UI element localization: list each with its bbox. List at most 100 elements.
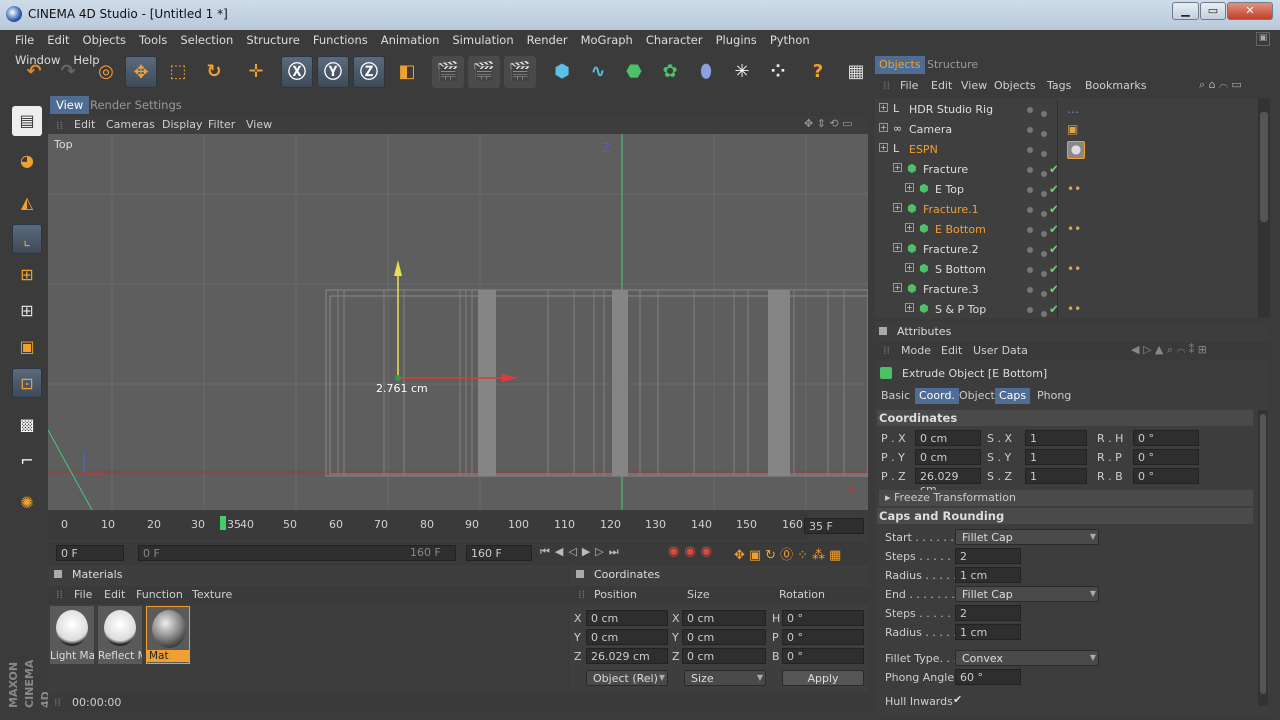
rotation-field[interactable]: 0 °	[782, 610, 864, 626]
texture-mode-icon[interactable]: ◕	[12, 146, 42, 176]
attr-scale-field[interactable]: 1	[1025, 468, 1087, 484]
axis-mode-icon[interactable]: ⊡	[12, 368, 42, 398]
render-picture-viewer-icon[interactable]: 🎬	[468, 56, 500, 88]
edges-mode-icon[interactable]: ⊞	[12, 296, 42, 326]
attr-rotation-field[interactable]: 0 °	[1133, 430, 1199, 446]
object-row[interactable]: + ⬢ Fracture.2 ✔	[875, 240, 1257, 260]
cap-value-field[interactable]: 2	[955, 548, 1021, 564]
visibility-render-dot[interactable]	[1041, 251, 1047, 257]
expand-icon[interactable]: +	[905, 263, 914, 272]
expand-icon[interactable]: +	[893, 163, 902, 172]
live-selection-icon[interactable]: ◎	[90, 56, 122, 88]
menu-file[interactable]: File	[8, 30, 40, 50]
menu-selection[interactable]: Selection	[173, 30, 239, 50]
subdivision-surface-icon[interactable]: ⬣	[618, 56, 650, 88]
object-name[interactable]: HDR Studio Rig	[909, 103, 993, 116]
range-slider-start[interactable]: 0 F	[138, 545, 456, 561]
menu-character[interactable]: Character	[639, 30, 709, 50]
coordinate-system-icon[interactable]: ◧	[391, 56, 423, 88]
undo-icon[interactable]: ↶	[18, 56, 50, 88]
object-row[interactable]: + ⬢ E Top ✔ ••	[875, 180, 1257, 200]
attr-position-field[interactable]: 0 cm	[915, 430, 981, 446]
x-axis-lock-icon[interactable]: Ⓧ	[281, 56, 313, 88]
apply-button[interactable]: Apply	[782, 670, 864, 686]
vp-menu-edit[interactable]: Edit	[74, 118, 95, 131]
model-mode-icon[interactable]: ◭	[12, 188, 42, 218]
visibility-render-dot[interactable]	[1041, 291, 1047, 297]
deformer-icon[interactable]: ⬮	[690, 56, 722, 88]
menu-animation[interactable]: Animation	[374, 30, 446, 50]
visibility-render-dot[interactable]	[1041, 131, 1047, 137]
mat-menu-texture[interactable]: Texture	[192, 588, 232, 601]
current-frame-field[interactable]: 35 F	[804, 518, 864, 534]
expand-icon[interactable]: +	[879, 103, 888, 112]
menu-functions[interactable]: Functions	[306, 30, 374, 50]
render-settings-icon[interactable]: 🎬	[504, 56, 536, 88]
tag-icon[interactable]: ••	[1067, 262, 1081, 276]
position-field[interactable]: 0 cm	[586, 610, 668, 626]
expand-icon[interactable]: +	[893, 203, 902, 212]
freeze-transformation-toggle[interactable]: ▸ Freeze Transformation	[879, 490, 1253, 506]
om-menu-bookmarks[interactable]: Bookmarks	[1085, 79, 1146, 92]
visibility-editor-dot[interactable]	[1027, 167, 1033, 173]
attr-menu-edit[interactable]: Edit	[941, 344, 962, 357]
help-icon[interactable]: ?	[802, 56, 834, 88]
workplane-icon[interactable]: ⌐	[12, 446, 42, 476]
tag-icon[interactable]: ▣	[1067, 122, 1078, 136]
fillet-type-dropdown[interactable]: Convex ▼	[955, 650, 1099, 666]
object-row[interactable]: + L HDR Studio Rig…	[875, 100, 1257, 120]
restore-layout-icon[interactable]: ▣	[1256, 32, 1270, 46]
expand-icon[interactable]: +	[879, 123, 888, 132]
mat-menu-file[interactable]: File	[74, 588, 92, 601]
render-view-icon[interactable]: 🎬	[432, 56, 464, 88]
visibility-render-dot[interactable]	[1041, 231, 1047, 237]
object-name[interactable]: Fracture	[923, 163, 968, 176]
object-row[interactable]: + ⬢ E Bottom ✔ ••	[875, 220, 1257, 240]
visibility-editor-dot[interactable]	[1027, 147, 1033, 153]
object-row[interactable]: + ⬢ Fracture.3 ✔	[875, 280, 1257, 300]
y-axis-lock-icon[interactable]: Ⓨ	[317, 56, 349, 88]
tag-icon[interactable]: ••	[1067, 182, 1081, 196]
visibility-editor-dot[interactable]	[1027, 207, 1033, 213]
tab-objects[interactable]: Objects	[875, 56, 925, 74]
visibility-editor-dot[interactable]	[1027, 267, 1033, 273]
visibility-render-dot[interactable]	[1041, 191, 1047, 197]
vp-menu-view[interactable]: View	[246, 118, 272, 131]
attr-menu-user-data[interactable]: User Data	[973, 344, 1028, 357]
redo-icon[interactable]: ↷	[52, 56, 84, 88]
material-light[interactable]: Light Ma	[50, 606, 94, 664]
playhead[interactable]	[220, 516, 226, 530]
attr-rotation-field[interactable]: 0 °	[1133, 468, 1199, 484]
scale-tool-icon[interactable]: ⬚	[162, 56, 194, 88]
menu-tools[interactable]: Tools	[132, 30, 173, 50]
expand-icon[interactable]: +	[905, 223, 914, 232]
menu-render[interactable]: Render	[520, 30, 574, 50]
maximize-button[interactable]: ▭	[1200, 2, 1226, 20]
object-name[interactable]: S Bottom	[935, 263, 986, 276]
timeline-ruler[interactable]: 0 10 20 30 35 40 50 60 70 80 90 100 110 …	[48, 512, 868, 542]
key-filters-icon[interactable]: ✥▣↻⓪⁘⁂▦	[734, 544, 845, 563]
object-name[interactable]: Fracture.1	[923, 203, 979, 216]
menu-plugins[interactable]: Plugins	[709, 30, 763, 50]
layout-icon[interactable]: ▦	[840, 56, 872, 88]
tab-structure[interactable]: Structure	[923, 56, 982, 74]
rotation-field[interactable]: 0 °	[782, 629, 864, 645]
object-mode-icon[interactable]: ⌞	[12, 224, 42, 254]
menu-python[interactable]: Python	[763, 30, 816, 50]
tag-icon[interactable]: ••	[1067, 302, 1081, 316]
expand-icon[interactable]: +	[879, 143, 888, 152]
visibility-editor-dot[interactable]	[1027, 227, 1033, 233]
expand-icon[interactable]: +	[893, 243, 902, 252]
move-tool-icon[interactable]: ✥	[125, 56, 157, 88]
om-search-icons[interactable]: ⌕ ⌂ ⌒ ▭	[1199, 78, 1242, 92]
particles-icon[interactable]: ⁘	[762, 56, 794, 88]
visibility-editor-dot[interactable]	[1027, 307, 1033, 313]
expand-icon[interactable]: +	[905, 183, 914, 192]
position-field[interactable]: 26.029 cm	[586, 648, 668, 664]
menu-mograph[interactable]: MoGraph	[574, 30, 639, 50]
vp-menu-display[interactable]: Display	[162, 118, 203, 131]
object-row[interactable]: + ⬢ Fracture ✔	[875, 160, 1257, 180]
attr-tab-coord[interactable]: Coord.	[915, 388, 959, 404]
visibility-editor-dot[interactable]	[1027, 247, 1033, 253]
attr-menu-mode[interactable]: Mode	[901, 344, 931, 357]
